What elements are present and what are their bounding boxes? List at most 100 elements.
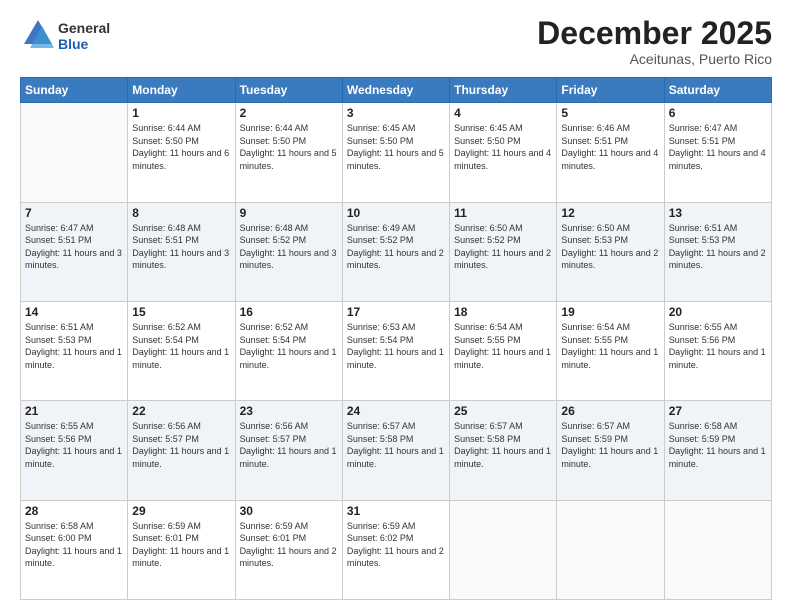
- calendar-cell: 21 Sunrise: 6:55 AMSunset: 5:56 PMDayligh…: [21, 401, 128, 500]
- day-number: 9: [240, 206, 338, 220]
- calendar-cell: 17 Sunrise: 6:53 AMSunset: 5:54 PMDayligh…: [342, 301, 449, 400]
- calendar-week-2: 7 Sunrise: 6:47 AMSunset: 5:51 PMDaylight…: [21, 202, 772, 301]
- logo-icon: [20, 16, 56, 52]
- day-info: Sunrise: 6:44 AMSunset: 5:50 PMDaylight:…: [132, 122, 230, 172]
- page: General Blue December 2025 Aceitunas, Pu…: [0, 0, 792, 612]
- title-block: December 2025 Aceitunas, Puerto Rico: [537, 16, 772, 67]
- month-title: December 2025: [537, 16, 772, 51]
- day-number: 15: [132, 305, 230, 319]
- calendar-header-thursday: Thursday: [450, 78, 557, 103]
- calendar-week-5: 28Sunrise: 6:58 AMSunset: 6:00 PMDayligh…: [21, 500, 772, 599]
- calendar-cell: 16Sunrise: 6:52 AMSunset: 5:54 PMDayligh…: [235, 301, 342, 400]
- calendar-cell: 29 Sunrise: 6:59 AMSunset: 6:01 PMDayligh…: [128, 500, 235, 599]
- day-number: 30: [240, 504, 338, 518]
- calendar-cell: 3Sunrise: 6:45 AMSunset: 5:50 PMDaylight…: [342, 103, 449, 202]
- day-info: Sunrise: 6:52 AMSunset: 5:54 PMDaylight:…: [132, 321, 230, 371]
- day-info: Sunrise: 6:57 AMSunset: 5:59 PMDaylight:…: [561, 420, 659, 470]
- day-info: Sunrise: 6:54 AMSunset: 5:55 PMDaylight:…: [561, 321, 659, 371]
- day-number: 21: [25, 404, 123, 418]
- day-number: 22: [132, 404, 230, 418]
- calendar-cell: [450, 500, 557, 599]
- day-info: Sunrise: 6:56 AMSunset: 5:57 PMDaylight:…: [240, 420, 338, 470]
- calendar-week-1: 1 Sunrise: 6:44 AMSunset: 5:50 PMDaylight…: [21, 103, 772, 202]
- calendar-cell: 1 Sunrise: 6:44 AMSunset: 5:50 PMDaylight…: [128, 103, 235, 202]
- logo-general-text: General: [58, 20, 110, 36]
- day-number: 31: [347, 504, 445, 518]
- day-info: Sunrise: 6:48 AMSunset: 5:51 PMDaylight:…: [132, 222, 230, 272]
- day-info: Sunrise: 6:51 AMSunset: 5:53 PMDaylight:…: [669, 222, 767, 272]
- day-number: 12: [561, 206, 659, 220]
- day-number: 3: [347, 106, 445, 120]
- calendar-week-3: 14Sunrise: 6:51 AMSunset: 5:53 PMDayligh…: [21, 301, 772, 400]
- day-info: Sunrise: 6:59 AMSunset: 6:02 PMDaylight:…: [347, 520, 445, 570]
- calendar-cell: 23 Sunrise: 6:56 AMSunset: 5:57 PMDayligh…: [235, 401, 342, 500]
- calendar-cell: 27 Sunrise: 6:58 AMSunset: 5:59 PMDayligh…: [664, 401, 771, 500]
- day-info: Sunrise: 6:58 AMSunset: 6:00 PMDaylight:…: [25, 520, 123, 570]
- calendar-cell: 12 Sunrise: 6:50 AMSunset: 5:53 PMDayligh…: [557, 202, 664, 301]
- calendar-cell: 24 Sunrise: 6:57 AMSunset: 5:58 PMDayligh…: [342, 401, 449, 500]
- day-number: 4: [454, 106, 552, 120]
- calendar-header-friday: Friday: [557, 78, 664, 103]
- day-info: Sunrise: 6:59 AMSunset: 6:01 PMDaylight:…: [132, 520, 230, 570]
- day-number: 5: [561, 106, 659, 120]
- day-number: 14: [25, 305, 123, 319]
- day-number: 29: [132, 504, 230, 518]
- day-number: 25: [454, 404, 552, 418]
- day-number: 24: [347, 404, 445, 418]
- day-number: 7: [25, 206, 123, 220]
- calendar-cell: 30 Sunrise: 6:59 AMSunset: 6:01 PMDayligh…: [235, 500, 342, 599]
- calendar-cell: 26 Sunrise: 6:57 AMSunset: 5:59 PMDayligh…: [557, 401, 664, 500]
- calendar-header-wednesday: Wednesday: [342, 78, 449, 103]
- day-info: Sunrise: 6:56 AMSunset: 5:57 PMDaylight:…: [132, 420, 230, 470]
- logo: General Blue: [20, 16, 110, 57]
- day-info: Sunrise: 6:54 AMSunset: 5:55 PMDaylight:…: [454, 321, 552, 371]
- calendar-cell: 20Sunrise: 6:55 AMSunset: 5:56 PMDayligh…: [664, 301, 771, 400]
- calendar-header-sunday: Sunday: [21, 78, 128, 103]
- header: General Blue December 2025 Aceitunas, Pu…: [20, 16, 772, 67]
- calendar-cell: 10 Sunrise: 6:49 AMSunset: 5:52 PMDayligh…: [342, 202, 449, 301]
- calendar-cell: 2Sunrise: 6:44 AMSunset: 5:50 PMDaylight…: [235, 103, 342, 202]
- calendar-cell: 8Sunrise: 6:48 AMSunset: 5:51 PMDaylight…: [128, 202, 235, 301]
- calendar-header-row: SundayMondayTuesdayWednesdayThursdayFrid…: [21, 78, 772, 103]
- day-number: 16: [240, 305, 338, 319]
- day-info: Sunrise: 6:46 AMSunset: 5:51 PMDaylight:…: [561, 122, 659, 172]
- calendar-cell: 28Sunrise: 6:58 AMSunset: 6:00 PMDayligh…: [21, 500, 128, 599]
- day-number: 23: [240, 404, 338, 418]
- calendar-cell: 14Sunrise: 6:51 AMSunset: 5:53 PMDayligh…: [21, 301, 128, 400]
- day-number: 13: [669, 206, 767, 220]
- day-number: 6: [669, 106, 767, 120]
- day-number: 19: [561, 305, 659, 319]
- day-info: Sunrise: 6:47 AMSunset: 5:51 PMDaylight:…: [25, 222, 123, 272]
- day-info: Sunrise: 6:53 AMSunset: 5:54 PMDaylight:…: [347, 321, 445, 371]
- calendar-cell: 6Sunrise: 6:47 AMSunset: 5:51 PMDaylight…: [664, 103, 771, 202]
- calendar-table: SundayMondayTuesdayWednesdayThursdayFrid…: [20, 77, 772, 600]
- day-info: Sunrise: 6:55 AMSunset: 5:56 PMDaylight:…: [25, 420, 123, 470]
- calendar-cell: 18 Sunrise: 6:54 AMSunset: 5:55 PMDayligh…: [450, 301, 557, 400]
- day-info: Sunrise: 6:58 AMSunset: 5:59 PMDaylight:…: [669, 420, 767, 470]
- day-number: 27: [669, 404, 767, 418]
- location: Aceitunas, Puerto Rico: [537, 51, 772, 67]
- day-info: Sunrise: 6:48 AMSunset: 5:52 PMDaylight:…: [240, 222, 338, 272]
- calendar-cell: 31 Sunrise: 6:59 AMSunset: 6:02 PMDayligh…: [342, 500, 449, 599]
- calendar-cell: 9 Sunrise: 6:48 AMSunset: 5:52 PMDaylight…: [235, 202, 342, 301]
- calendar-cell: 4Sunrise: 6:45 AMSunset: 5:50 PMDaylight…: [450, 103, 557, 202]
- day-info: Sunrise: 6:49 AMSunset: 5:52 PMDaylight:…: [347, 222, 445, 272]
- day-number: 10: [347, 206, 445, 220]
- calendar-cell: 15 Sunrise: 6:52 AMSunset: 5:54 PMDayligh…: [128, 301, 235, 400]
- calendar-cell: 11Sunrise: 6:50 AMSunset: 5:52 PMDayligh…: [450, 202, 557, 301]
- day-number: 11: [454, 206, 552, 220]
- day-number: 26: [561, 404, 659, 418]
- day-info: Sunrise: 6:57 AMSunset: 5:58 PMDaylight:…: [454, 420, 552, 470]
- day-number: 1: [132, 106, 230, 120]
- calendar-cell: 22 Sunrise: 6:56 AMSunset: 5:57 PMDayligh…: [128, 401, 235, 500]
- calendar-cell: [664, 500, 771, 599]
- day-number: 18: [454, 305, 552, 319]
- day-number: 2: [240, 106, 338, 120]
- day-info: Sunrise: 6:57 AMSunset: 5:58 PMDaylight:…: [347, 420, 445, 470]
- day-number: 17: [347, 305, 445, 319]
- calendar-cell: [557, 500, 664, 599]
- calendar-cell: [21, 103, 128, 202]
- day-info: Sunrise: 6:59 AMSunset: 6:01 PMDaylight:…: [240, 520, 338, 570]
- day-info: Sunrise: 6:50 AMSunset: 5:53 PMDaylight:…: [561, 222, 659, 272]
- day-number: 20: [669, 305, 767, 319]
